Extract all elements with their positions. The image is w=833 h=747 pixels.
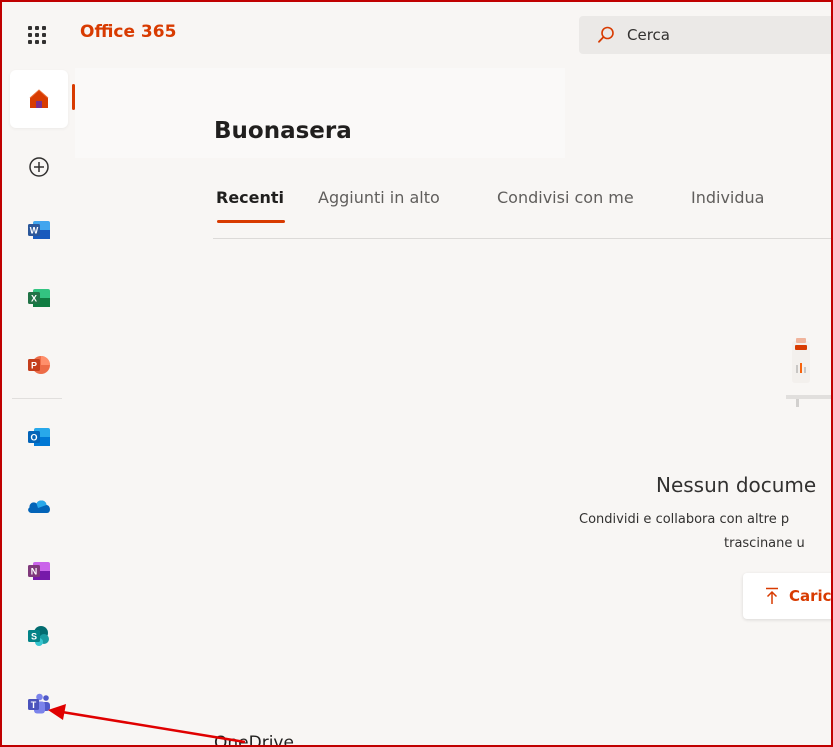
- onedrive-section-heading: OneDrive: [214, 733, 294, 747]
- rail-excel[interactable]: X: [10, 269, 68, 327]
- rail-separator: [12, 398, 62, 399]
- outlook-icon: O: [28, 428, 50, 446]
- tab-active-underline: [217, 220, 285, 223]
- page-greeting: Buonasera: [214, 118, 352, 144]
- search-icon: [598, 26, 614, 43]
- greeting-card: [75, 68, 565, 158]
- rail-word[interactable]: W: [10, 201, 68, 259]
- app-launcher-icon[interactable]: [28, 26, 46, 44]
- tab-divider: [213, 238, 833, 239]
- sharepoint-icon: S: [28, 626, 49, 646]
- empty-state-description-line2: trascinane u: [724, 536, 805, 551]
- tab-individua[interactable]: Individua: [691, 188, 764, 207]
- home-icon: [29, 89, 49, 108]
- teams-icon: T: [28, 693, 50, 714]
- svg-text:N: N: [31, 567, 38, 577]
- rail-onedrive[interactable]: [10, 477, 68, 535]
- tab-recenti[interactable]: Recenti: [216, 188, 284, 207]
- rail-teams[interactable]: T: [10, 675, 68, 733]
- tab-aggiunti[interactable]: Aggiunti in alto: [318, 188, 440, 207]
- svg-text:T: T: [31, 700, 37, 710]
- empty-state-description-line1: Condividi e collabora con altre p: [579, 512, 790, 527]
- onenote-icon: N: [28, 562, 50, 580]
- rail-home[interactable]: [10, 70, 68, 128]
- empty-state-title: Nessun docume: [656, 473, 817, 497]
- upload-arrow-icon: [766, 587, 778, 604]
- powerpoint-icon: P: [28, 356, 50, 374]
- svg-text:O: O: [30, 433, 37, 443]
- search-box[interactable]: Cerca: [579, 16, 833, 54]
- svg-text:X: X: [31, 294, 37, 304]
- word-icon: W: [28, 221, 50, 239]
- rail-create[interactable]: [10, 138, 68, 196]
- excel-icon: X: [28, 289, 50, 307]
- svg-text:W: W: [30, 226, 39, 236]
- empty-documents-illustration-icon: [786, 338, 833, 407]
- rail-onenote[interactable]: N: [10, 542, 68, 600]
- svg-text:P: P: [31, 361, 37, 371]
- rail-powerpoint[interactable]: P: [10, 336, 68, 394]
- svg-text:S: S: [31, 632, 37, 642]
- upload-button[interactable]: Caric: [743, 573, 833, 619]
- brand-title[interactable]: Office 365: [80, 22, 176, 42]
- rail-sharepoint[interactable]: S: [10, 607, 68, 665]
- search-placeholder: Cerca: [627, 26, 670, 44]
- app-rail: W X P O N S T: [0, 68, 70, 747]
- onedrive-icon: [28, 500, 50, 513]
- rail-outlook[interactable]: O: [10, 408, 68, 466]
- tab-condivisi[interactable]: Condivisi con me: [497, 188, 634, 207]
- create-icon: [29, 157, 49, 177]
- top-header: Office 365 Cerca: [0, 0, 833, 68]
- upload-button-label: Caric: [789, 587, 832, 605]
